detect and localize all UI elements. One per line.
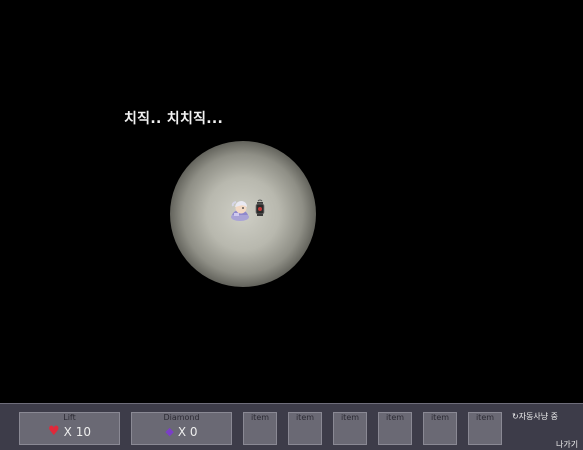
item-slot-label: item (475, 413, 495, 422)
auto-hunt-toggle[interactable]: ↻자동사냥 중 (512, 411, 558, 422)
hud-bar: Lift ♥ X 10 Diamond ◆ X 0 item item item… (0, 403, 583, 450)
diamond-label: Diamond (163, 413, 200, 422)
auto-hunt-status: 자동사냥 중 (518, 412, 559, 421)
life-panel: Lift ♥ X 10 (19, 412, 120, 445)
item-slot[interactable]: item (333, 412, 367, 445)
life-count: X 10 (63, 425, 91, 439)
item-slot[interactable]: item (468, 412, 502, 445)
item-slot-label: item (385, 413, 405, 422)
item-slot[interactable]: item (423, 412, 457, 445)
item-slot[interactable]: item (243, 412, 277, 445)
diamond-count: X 0 (177, 425, 198, 439)
life-label: Lift (63, 413, 76, 422)
exit-button[interactable]: 나가기 (556, 439, 578, 450)
heart-icon: ♥ (48, 424, 60, 439)
item-slot[interactable]: item (378, 412, 412, 445)
item-slot-label: item (250, 413, 270, 422)
dialogue-text: 치직.. 치치직... (124, 111, 224, 127)
refresh-icon: ↻ (512, 412, 519, 421)
diamond-icon: ◆ (165, 425, 174, 438)
diamond-panel: Diamond ◆ X 0 (131, 412, 232, 445)
item-slot-label: item (295, 413, 315, 422)
player-character[interactable] (228, 198, 252, 222)
game-scene: 치직.. 치치직... (0, 0, 583, 403)
item-slot-label: item (340, 413, 360, 422)
item-slot[interactable]: item (288, 412, 322, 445)
lantern-icon (255, 199, 265, 216)
item-slot-label: item (430, 413, 450, 422)
